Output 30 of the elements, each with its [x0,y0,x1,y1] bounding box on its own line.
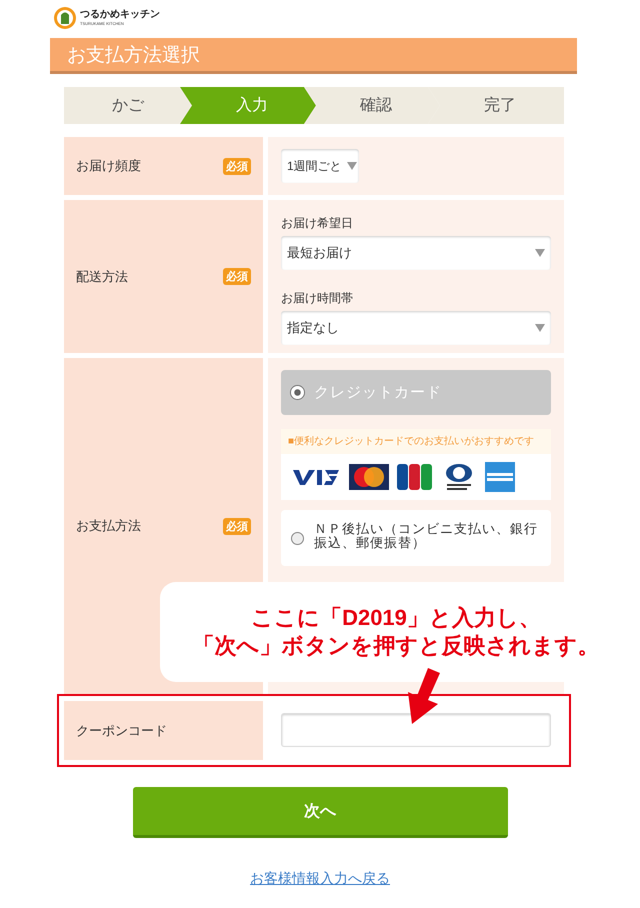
field-label: クーポンコード [76,722,167,740]
radio-button[interactable] [291,532,304,545]
field-caption: お届け希望日 [281,215,354,232]
select-field[interactable]: 指定なし [281,311,551,345]
back-link[interactable]: お客様情報入力へ戻る [250,870,390,888]
card-brand-icon [349,464,389,490]
field-label: 配送方法 [76,268,128,286]
callout-text: 「次へ」ボタンを押すと反映されます。 [192,633,600,660]
payment-option[interactable]: ＮＰ後払い（コンビニ支払い、銀行振込、郵便振替） [281,510,551,566]
dropdown-arrow-icon [535,249,545,257]
coupon-input[interactable] [281,713,551,747]
card-brand-icon [485,462,515,492]
brand-name: つるかめキッチン [80,10,160,20]
card-brand-icon [397,464,433,490]
page-title: お支払方法選択 [67,44,200,68]
required-tag: 必須 [223,158,251,174]
field-label: お届け頻度 [76,157,141,175]
option-label: ＮＰ後払い（コンビニ支払い、銀行振込、郵便振替） [314,522,539,550]
recommendation-note: ■便利なクレジットカードでのお支払いがおすすめです [281,429,551,454]
logo-icon [53,6,77,30]
card-brand-icon [291,468,341,486]
required-tag: 必須 [223,268,251,285]
field-label: お支払方法 [76,517,141,535]
callout-text: ここに「D2019」と入力し、 [251,604,541,631]
select-field[interactable]: 1週間ごと [281,149,359,183]
dropdown-arrow-icon [347,162,357,170]
required-tag: 必須 [223,518,251,534]
field-caption: お届け時間帯 [281,290,354,307]
select-field[interactable]: 最短お届け [281,236,551,270]
dropdown-arrow-icon [535,324,545,332]
